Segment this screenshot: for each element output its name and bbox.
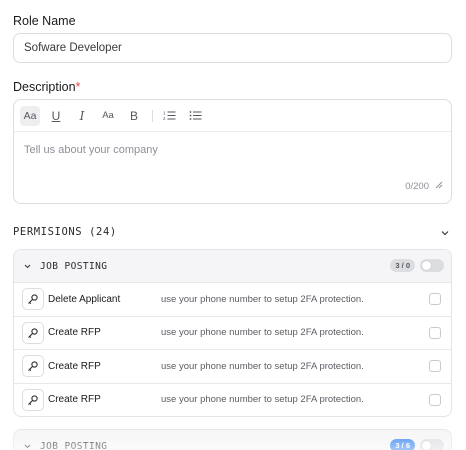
description-label-text: Description xyxy=(13,80,76,94)
group-toggle[interactable] xyxy=(420,259,444,272)
permission-name: Create RFP xyxy=(48,327,101,339)
permission-description: use your phone number to setup 2FA prote… xyxy=(161,327,364,339)
chevron-down-icon[interactable] xyxy=(440,224,450,242)
count-badge: 3 / 0 xyxy=(390,259,415,272)
key-icon xyxy=(22,355,44,378)
role-name-input[interactable]: Sofware Developer xyxy=(13,33,452,63)
font-size-icon[interactable]: Aa xyxy=(98,106,118,126)
svg-text:2: 2 xyxy=(163,116,166,121)
permission-name: Create RFP xyxy=(48,360,101,372)
chevron-down-icon[interactable] xyxy=(23,257,32,275)
description-label: Description* xyxy=(13,80,80,94)
permission-row: Create RFP use your phone number to setu… xyxy=(14,349,451,383)
toolbar-divider xyxy=(152,109,153,122)
description-editor[interactable]: Aa U I Aa B 12 Tell us about your compan… xyxy=(13,99,452,204)
permission-checkbox[interactable] xyxy=(429,360,441,373)
permission-description: use your phone number to setup 2FA prote… xyxy=(161,360,364,372)
permission-row: Delete Applicant use your phone number t… xyxy=(14,282,451,316)
character-counter: 0/200 xyxy=(405,181,429,192)
description-placeholder: Tell us about your company xyxy=(24,144,158,156)
permission-checkbox[interactable] xyxy=(429,326,441,339)
key-icon xyxy=(22,288,44,311)
key-icon xyxy=(22,321,44,344)
permissions-header[interactable]: PERMISIONS (24) xyxy=(13,222,452,238)
text-style-icon[interactable]: Aa xyxy=(20,105,40,126)
permission-row: Create RFP use your phone number to setu… xyxy=(14,315,451,350)
group-title: JOB POSTING xyxy=(40,440,108,450)
permissions-title: PERMISIONS (24) xyxy=(13,226,117,238)
italic-icon[interactable]: I xyxy=(72,106,92,126)
toggle-knob xyxy=(422,261,431,270)
permission-description: use your phone number to setup 2FA prote… xyxy=(161,394,364,406)
svg-text:1: 1 xyxy=(163,111,166,116)
group-title: JOB POSTING xyxy=(40,260,108,272)
role-name-label: Role Name xyxy=(13,14,76,28)
count-badge: 3 / 6 xyxy=(390,439,415,450)
permission-row: Create RFP use your phone number to setu… xyxy=(14,382,451,417)
permission-checkbox[interactable] xyxy=(429,393,441,406)
bullet-list-icon[interactable] xyxy=(185,106,205,126)
bold-icon[interactable]: B xyxy=(124,106,144,126)
key-icon xyxy=(22,388,44,411)
group-header[interactable]: JOB POSTING 3 / 6 xyxy=(14,430,451,450)
required-mark: * xyxy=(75,80,81,94)
group-header[interactable]: JOB POSTING 3 / 0 xyxy=(14,250,451,282)
permission-group: JOB POSTING 3 / 6 xyxy=(13,429,452,450)
permission-name: Delete Applicant xyxy=(48,293,121,305)
editor-toolbar: Aa U I Aa B 12 xyxy=(14,100,451,132)
underline-icon[interactable]: U xyxy=(46,106,66,126)
permission-name: Create RFP xyxy=(48,394,101,406)
permission-description: use your phone number to setup 2FA prote… xyxy=(161,293,364,305)
permission-checkbox[interactable] xyxy=(429,293,441,306)
group-toggle[interactable] xyxy=(420,439,444,450)
toggle-knob xyxy=(422,441,431,450)
permission-group: JOB POSTING 3 / 0 Delete Applicant use y… xyxy=(13,249,452,417)
chevron-down-icon[interactable] xyxy=(23,437,32,450)
ordered-list-icon[interactable]: 12 xyxy=(159,106,179,126)
resize-handle-icon[interactable] xyxy=(435,176,443,194)
